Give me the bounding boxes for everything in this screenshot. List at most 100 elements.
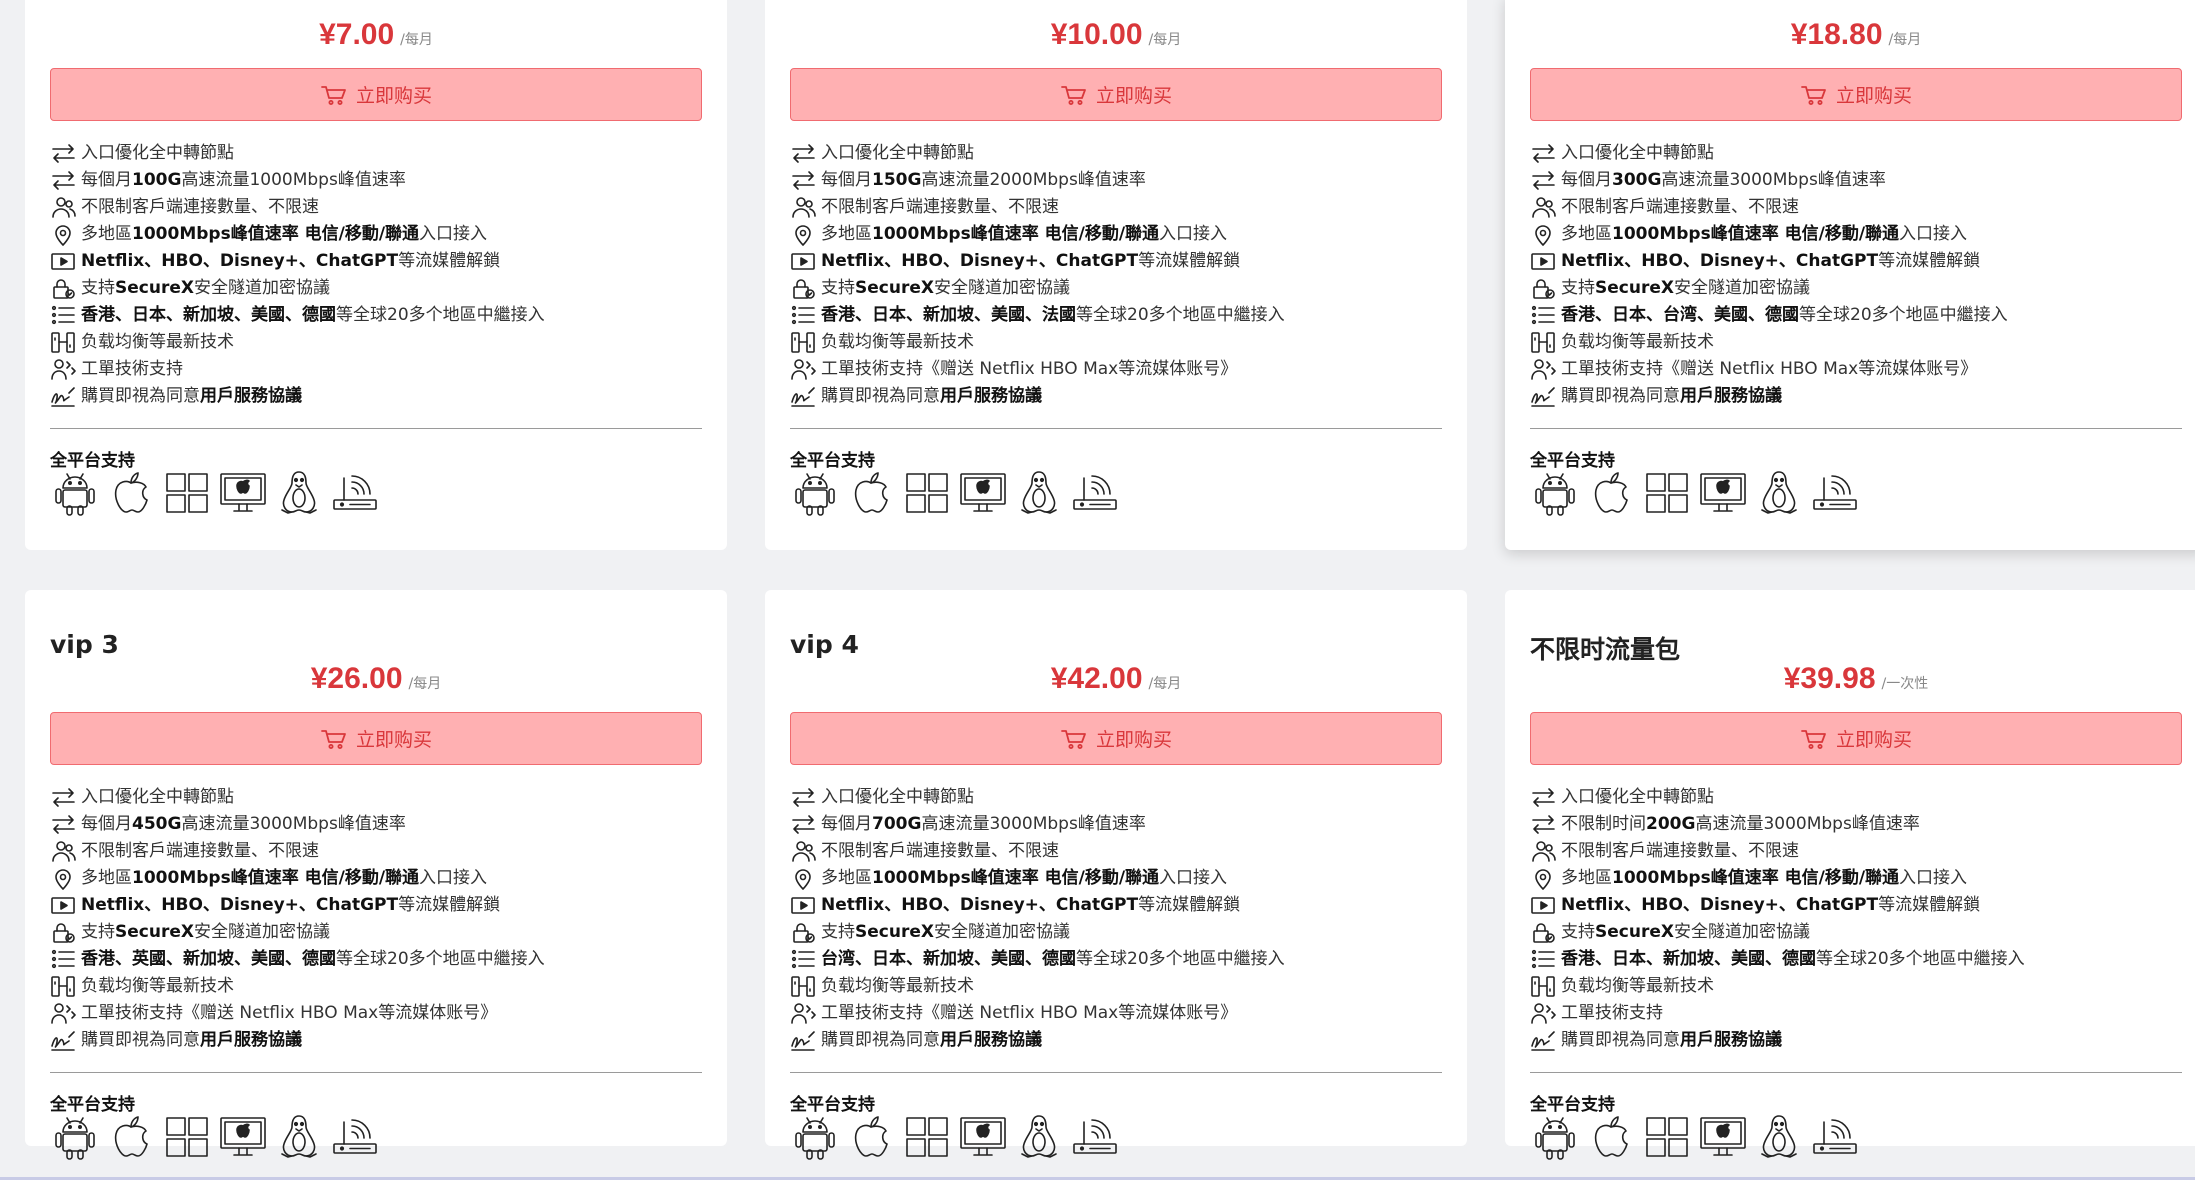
buy-now-button[interactable]: 立即购买	[1530, 68, 2182, 121]
feature-text-part: 等流媒體解鎖	[1138, 895, 1241, 915]
feature-text: 负载均衡等最新技术	[1561, 973, 1714, 1000]
feature-item: 台湾、日本、新加坡、美國、德國等全球20多个地區中繼接入	[790, 946, 1450, 973]
feature-highlight[interactable]: 用戶服務協議	[940, 386, 1042, 406]
platform-icons	[790, 1112, 1120, 1162]
windows-icon	[902, 468, 952, 518]
swap-arrows-icon	[1530, 169, 1557, 192]
feature-text-part: 等流媒體解鎖	[1138, 251, 1241, 271]
feature-text: 支持SecureX安全隧道加密協議	[821, 919, 1070, 946]
feature-text-part: 负载均衡等最新技术	[81, 976, 234, 996]
feature-text-part: 入口接入	[419, 224, 488, 244]
feature-text-part: 不限制客戶端連接數量、不限速	[1561, 841, 1799, 861]
play-icon	[1530, 894, 1557, 917]
feature-item: 支持SecureX安全隧道加密協議	[1530, 275, 2190, 302]
lock-icon	[50, 921, 77, 944]
feature-item: 入口優化全中轉節點	[50, 140, 710, 167]
billing-period: /每月	[1148, 32, 1182, 48]
plan-price: ¥26.00	[310, 662, 403, 695]
buy-now-button[interactable]: 立即购买	[50, 712, 702, 765]
feature-text-part: 入口優化全中轉節點	[81, 143, 234, 163]
feature-item: 不限制客戶端連接數量、不限速	[50, 194, 710, 221]
feature-text-part: 高速流量3000Mbps峰值速率	[921, 814, 1146, 834]
cart-icon	[1060, 84, 1088, 106]
feature-item: 入口優化全中轉節點	[50, 784, 710, 811]
feature-highlight[interactable]: 用戶服務協議	[1680, 1030, 1782, 1050]
feature-item: Netflix、HBO、Disney+、ChatGPT等流媒體解鎖	[790, 248, 1450, 275]
platform-icons	[1530, 1112, 1860, 1162]
buy-now-button[interactable]: 立即购买	[50, 68, 702, 121]
macos-icon	[958, 1112, 1008, 1162]
feature-text: 负载均衡等最新技术	[81, 329, 234, 356]
feature-highlight: 香港、日本、台湾、美國、德國	[1561, 305, 1799, 325]
feature-item: 每個月100G高速流量1000Mbps峰值速率	[50, 167, 710, 194]
feature-text: 每個月700G高速流量3000Mbps峰值速率	[821, 811, 1146, 838]
play-icon	[790, 250, 817, 273]
feature-highlight: 香港、日本、新加坡、美國、法國	[821, 305, 1076, 325]
support-icon	[50, 358, 77, 381]
buy-now-button[interactable]: 立即购买	[1530, 712, 2182, 765]
feature-text: 購買即視為同意用戶服務協議	[81, 1027, 302, 1054]
feature-text-part: 購買即視為同意	[1561, 1030, 1680, 1050]
feature-highlight: 1000Mbps峰值速率 电信/移動/聯通	[872, 868, 1160, 888]
feature-text: 负载均衡等最新技术	[821, 973, 974, 1000]
buy-now-label: 立即购买	[1095, 729, 1172, 751]
feature-text-part: 等全球20多个地區中繼接入	[1799, 305, 2008, 325]
feature-text: 多地區1000Mbps峰值速率 电信/移動/聯通入口接入	[1561, 865, 1967, 892]
buy-now-button[interactable]: 立即购买	[790, 712, 1442, 765]
feature-item: Netflix、HBO、Disney+、ChatGPT等流媒體解鎖	[790, 892, 1450, 919]
location-pin-icon	[790, 867, 817, 890]
feature-highlight[interactable]: 用戶服務協議	[200, 386, 302, 406]
price-row: ¥7.00/每月	[25, 18, 727, 52]
feature-text-part: 每個月	[821, 170, 872, 190]
swap-arrows-icon	[1530, 142, 1557, 165]
feature-highlight[interactable]: 用戶服務協議	[940, 1030, 1042, 1050]
feature-item: 入口優化全中轉節點	[1530, 784, 2190, 811]
divider	[1530, 1072, 2182, 1073]
support-icon	[1530, 358, 1557, 381]
feature-item: 香港、日本、新加坡、美國、法國等全球20多个地區中繼接入	[790, 302, 1450, 329]
feature-item: 多地區1000Mbps峰值速率 电信/移動/聯通入口接入	[1530, 221, 2190, 248]
feature-highlight: SecureX	[1595, 922, 1674, 942]
windows-icon	[162, 468, 212, 518]
feature-text-part: 安全隧道加密協議	[933, 278, 1070, 298]
plan-grid: ¥7.00/每月 立即购买 入口優化全中轉節點 每個月100G高速流量1000Mbps…	[0, 0, 2195, 1180]
lock-icon	[1530, 277, 1557, 300]
signature-icon	[790, 1029, 817, 1052]
feature-item: 支持SecureX安全隧道加密協議	[50, 275, 710, 302]
feature-highlight: Netflix、HBO、Disney+、ChatGPT	[81, 895, 399, 915]
feature-text: 工單技術支持	[81, 356, 183, 383]
router-icon	[1070, 468, 1120, 518]
android-icon	[1530, 468, 1580, 518]
lock-icon	[1530, 921, 1557, 944]
feature-text: 多地區1000Mbps峰值速率 电信/移動/聯通入口接入	[1561, 221, 1967, 248]
feature-item: 入口優化全中轉節點	[790, 784, 1450, 811]
feature-item: 購買即視為同意用戶服務協議	[1530, 383, 2190, 410]
feature-text: 入口優化全中轉節點	[1561, 140, 1714, 167]
divider	[790, 1072, 1442, 1073]
buy-now-button[interactable]: 立即购买	[790, 68, 1442, 121]
balance-icon	[790, 331, 817, 354]
feature-highlight[interactable]: 用戶服務協議	[1680, 386, 1782, 406]
feature-text: 不限制客戶端連接數量、不限速	[81, 838, 319, 865]
feature-item: 香港、日本、台湾、美國、德國等全球20多个地區中繼接入	[1530, 302, 2190, 329]
apple-icon	[106, 468, 156, 518]
feature-text: Netflix、HBO、Disney+、ChatGPT等流媒體解鎖	[821, 892, 1240, 919]
feature-text-part: 入口優化全中轉節點	[1561, 143, 1714, 163]
swap-arrows-icon	[790, 142, 817, 165]
router-icon	[1810, 468, 1860, 518]
price-row: ¥42.00/每月	[765, 662, 1467, 696]
signature-icon	[1530, 1029, 1557, 1052]
swap-arrows-icon	[50, 169, 77, 192]
feature-text-part: 入口優化全中轉節點	[81, 787, 234, 807]
macos-icon	[218, 1112, 268, 1162]
feature-text: 每個月150G高速流量2000Mbps峰值速率	[821, 167, 1146, 194]
feature-text: 工單技術支持《赠送 Netflix HBO Max等流媒体账号》	[821, 1000, 1237, 1027]
feature-text-part: 支持	[821, 278, 855, 298]
feature-text: 每個月100G高速流量1000Mbps峰值速率	[81, 167, 406, 194]
feature-text-part: 工單技術支持	[81, 359, 183, 379]
feature-highlight[interactable]: 用戶服務協議	[200, 1030, 302, 1050]
billing-period: /每月	[1888, 32, 1922, 48]
feature-text: 多地區1000Mbps峰值速率 电信/移動/聯通入口接入	[81, 221, 487, 248]
feature-text-part: 负载均衡等最新技术	[1561, 976, 1714, 996]
feature-item: 多地區1000Mbps峰值速率 电信/移動/聯通入口接入	[1530, 865, 2190, 892]
